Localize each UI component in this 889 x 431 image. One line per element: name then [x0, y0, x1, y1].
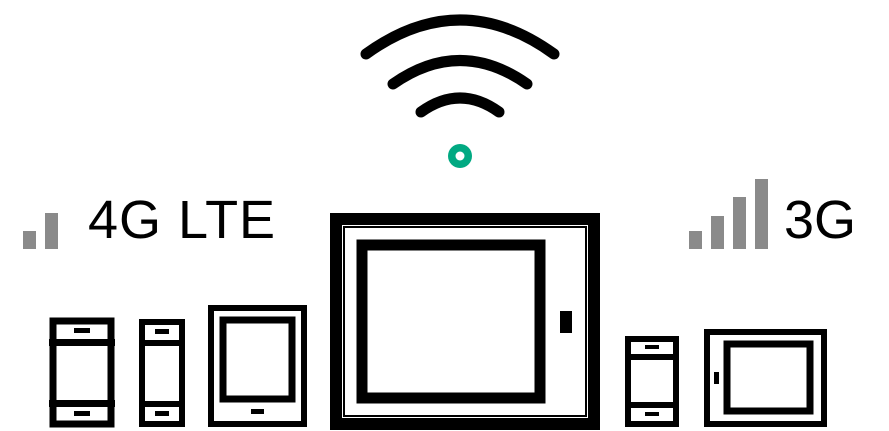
signal-bar [689, 231, 702, 249]
signal-bars-right [689, 179, 768, 249]
network-label-3g: 3G [784, 190, 857, 250]
signal-bar [733, 197, 746, 249]
wifi-icon [360, 14, 560, 118]
signal-bar [23, 231, 36, 249]
smartphone-icon [139, 319, 185, 427]
network-label-4g-lte: 4G LTE [88, 190, 277, 250]
signal-bar [755, 179, 768, 249]
smartphone-icon [625, 336, 679, 427]
signal-bar [711, 216, 724, 249]
wifi-arc-inner [415, 92, 505, 118]
wifi-arc-outer [360, 14, 560, 60]
smartphone-icon [49, 317, 115, 428]
signal-bar [45, 213, 58, 249]
wifi-arc-middle [387, 55, 533, 90]
tablet-icon [208, 305, 307, 427]
signal-bars-left [23, 213, 58, 249]
mobile-hotspot-device-icon [330, 213, 600, 430]
tablet-icon [704, 329, 827, 427]
wifi-dot [448, 144, 472, 168]
